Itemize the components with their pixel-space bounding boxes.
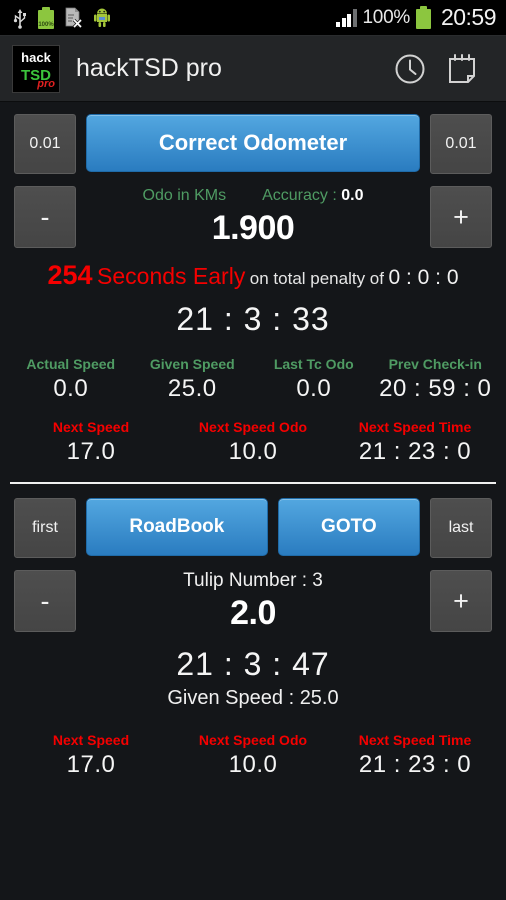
rb-next-speed-value: 17.0 [66,751,116,778]
speed-grid-cell: Last Tc Odo 0.0 [253,356,375,403]
odo-step-right-button[interactable]: 0.01 [430,114,492,174]
battery-full-icon [415,6,431,29]
speed-grid-cell: Actual Speed 0.0 [10,356,132,403]
odometer-value: 1.900 [211,209,295,247]
status-bar: 100% 100% 20:59 [0,0,506,36]
penalty-seconds: 254 [47,260,93,290]
status-bar-left-icons: 100% [12,6,112,29]
odo-accuracy-value: 0.0 [341,187,364,204]
app-root: 100% 100% 20:59 hack TSD pro hackTSD pro… [0,0,506,900]
calendar-action-button[interactable] [436,43,488,95]
prev-checkin-label: Prev Check-in [388,356,482,372]
odometer-value-row: - Odo in KMs Accuracy : 0.0 1.900 + [0,186,506,248]
logo-line-pro: pro [37,77,55,90]
next-speed-odo-value: 10.0 [228,438,278,465]
roadbook-clock: 21 : 3 : 47 [176,646,330,682]
roadbook-given-speed-label: Given Speed : [167,687,295,709]
next-speed-time-value: 21 : 23 : 0 [358,438,472,465]
last-tulip-button[interactable]: last [430,498,493,558]
tulip-readout: Tulip Number : 3 2.0 [86,570,420,632]
status-bar-right-icons: 100% 20:59 [336,4,497,31]
rb-next-speed-time-value: 21 : 23 : 0 [358,751,472,778]
roadbook-given-speed: Given Speed : 25.0 [0,687,506,710]
roadbook-value-row: - Tulip Number : 3 2.0 + [0,570,506,632]
penalty-total-value: 0 : 0 : 0 [388,266,459,289]
signal-bars-icon [336,8,357,27]
roadbook-top-row: first RoadBook GOTO last [0,498,506,558]
penalty-early-text: Seconds Early [97,263,246,289]
penalty-total-text: on total penalty of [249,269,384,288]
tulip-value: 2.0 [230,594,276,632]
battery-charge-icon: 100% [38,6,54,29]
odo-unit-label: Odo in KMs [142,187,227,204]
next-speed-cell: Next Speed Time 21 : 23 : 0 [334,732,496,779]
given-speed-value: 25.0 [167,375,217,402]
odo-accuracy-label: Accuracy : [262,187,337,204]
next-speed-label: Next Speed [52,419,130,435]
next-speed-cell: Next Speed 17.0 [10,732,172,779]
odo-step-left-button[interactable]: 0.01 [14,114,76,174]
tulip-minus-button[interactable]: - [14,570,76,632]
next-speed-grid: Next Speed 17.0 Next Speed Odo 10.0 Next… [0,419,506,466]
odometer-labels: Odo in KMs Accuracy : 0.0 [143,187,364,205]
prev-checkin-value: 20 : 59 : 0 [379,375,492,402]
given-speed-label: Given Speed [149,356,235,372]
calendar-icon [446,52,478,86]
next-speed-value: 17.0 [66,438,116,465]
odo-minus-button[interactable]: - [14,186,76,248]
roadbook-given-speed-value: 25.0 [299,687,339,709]
last-tc-odo-value: 0.0 [296,375,332,402]
correct-odometer-button[interactable]: Correct Odometer [86,114,420,172]
first-tulip-button[interactable]: first [14,498,76,558]
usb-icon [12,7,28,29]
penalty-clock: 21 : 3 : 33 [176,301,330,337]
rb-next-speed-odo-value: 10.0 [228,751,278,778]
section-divider [10,482,496,484]
next-speed-odo-label: Next Speed Odo [198,419,308,435]
document-error-icon [64,7,82,28]
status-clock: 20:59 [440,4,497,30]
app-logo: hack TSD pro [12,44,60,93]
odo-plus-button[interactable]: + [430,186,492,248]
odometer-readout: Odo in KMs Accuracy : 0.0 1.900 [86,186,420,248]
rb-next-speed-time-label: Next Speed Time [358,732,472,748]
tulip-number-label: Tulip Number : 3 [183,570,323,591]
rb-next-speed-odo-label: Next Speed Odo [198,732,308,748]
android-robot-icon [92,7,112,28]
next-speed-cell: Next Speed Odo 10.0 [172,419,334,466]
roadbook-next-speed-grid: Next Speed 17.0 Next Speed Odo 10.0 Next… [0,732,506,779]
odo-accuracy: Accuracy : 0.0 [262,187,363,205]
speed-grid-cell: Given Speed 25.0 [132,356,254,403]
last-tc-odo-label: Last Tc Odo [273,356,354,372]
next-speed-cell: Next Speed Time 21 : 23 : 0 [334,419,496,466]
rb-next-speed-label: Next Speed [52,732,130,748]
next-speed-cell: Next Speed 17.0 [10,419,172,466]
next-speed-cell: Next Speed Odo 10.0 [172,732,334,779]
main-content: 0.01 Correct Odometer 0.01 - Odo in KMs … [0,114,506,779]
clock-icon [393,52,427,86]
actual-speed-label: Actual Speed [26,356,116,372]
odometer-top-row: 0.01 Correct Odometer 0.01 [0,114,506,174]
speed-grid-cell: Prev Check-in 20 : 59 : 0 [375,356,497,403]
clock-action-button[interactable] [384,43,436,95]
actual-speed-value: 0.0 [53,375,89,402]
app-title: hackTSD pro [76,54,222,82]
tulip-plus-button[interactable]: + [430,570,492,632]
goto-button[interactable]: GOTO [277,498,421,556]
roadbook-button[interactable]: RoadBook [86,498,268,556]
speed-grid: Actual Speed 0.0 Given Speed 25.0 Last T… [0,356,506,403]
battery-small-percent: 100% [38,21,54,28]
penalty-status-line: 254 Seconds Early on total penalty of 0 … [0,248,506,291]
action-bar: hack TSD pro hackTSD pro [0,36,506,102]
battery-percent-label: 100% [362,6,411,28]
next-speed-time-label: Next Speed Time [358,419,472,435]
logo-line-hack: hack [21,49,51,65]
